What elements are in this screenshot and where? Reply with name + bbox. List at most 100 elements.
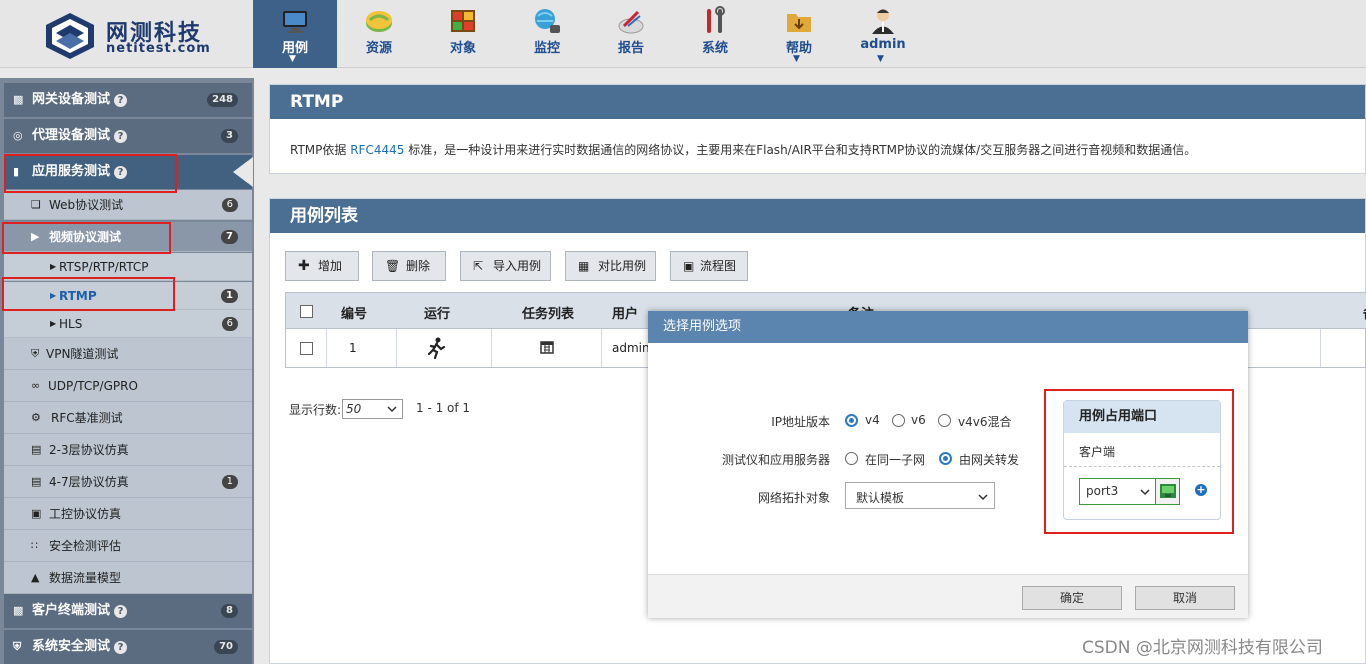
ip-v4-label[interactable]: v4 (865, 413, 880, 427)
sidebar-item-vpn[interactable]: ⛨ VPN隧道测试 (4, 338, 252, 370)
ip-mixed-label[interactable]: v4v6混合 (958, 413, 1011, 430)
gear-icon: ⚙ (31, 411, 41, 424)
rows-per-page-select[interactable]: 50 (342, 399, 403, 419)
resource-disc-icon (366, 11, 392, 32)
rows-per-page-label: 显示行数: (289, 403, 342, 417)
cancel-button[interactable]: 取消 (1135, 586, 1235, 610)
count-badge: 6 (221, 198, 238, 212)
rfc-link[interactable]: RFC4445 (350, 143, 404, 157)
button-label: 删除 (406, 259, 431, 273)
nav-objects[interactable]: 对象 (421, 0, 505, 68)
ports-title: 用例占用端口 (1064, 401, 1220, 433)
help-hint-icon[interactable]: ? (114, 166, 128, 179)
sidebar-item-rtsp[interactable]: ▶ RTSP/RTP/RTCP (4, 253, 252, 281)
add-button[interactable]: ✚ 增加 (285, 251, 359, 281)
sidebar-item-system-security[interactable]: ⛨ 系统安全测试? 70 (4, 630, 252, 664)
same-subnet-label[interactable]: 在同一子网 (865, 451, 925, 468)
brand-logo[interactable]: 网测科技 netitest.com (42, 11, 242, 61)
cell-id: 1 (349, 341, 357, 355)
sidebar-item-client-test[interactable]: ▩ 客户终端测试? 8 (4, 594, 252, 628)
via-gateway-label[interactable]: 由网关转发 (959, 451, 1019, 468)
client-role-label: 客户端 (1079, 445, 1116, 459)
nav-cases[interactable]: 用例 ▼ (253, 0, 337, 68)
sidebar-item-proxy-test[interactable]: ◎ 代理设备测试? 3 (4, 119, 252, 153)
nav-reports[interactable]: 报告 (589, 0, 673, 68)
link-icon: ∞ (31, 379, 41, 392)
sidebar-item-udp-tcp[interactable]: ∞ UDP/TCP/GPRO (4, 370, 252, 402)
column-header-id[interactable]: 编号 (341, 303, 367, 322)
count-badge: 248 (207, 93, 238, 107)
sidebar-item-label: RTMP (59, 289, 97, 303)
button-label: 流程图 (700, 259, 737, 273)
nav-label: 资源 (365, 41, 392, 56)
sidebar-item-hls[interactable]: ▶ HLS 6 (4, 310, 252, 338)
placement-label: 测试仪和应用服务器 (721, 453, 830, 467)
delete-button[interactable]: 🗑 删除 (372, 251, 446, 281)
ip-mixed-radio[interactable] (938, 414, 951, 427)
nav-label: 系统 (701, 41, 728, 56)
sidebar-item-web-protocol[interactable]: ❏ Web协议测试 6 (4, 190, 252, 220)
pagination-range: 1 - 1 of 1 (416, 401, 471, 415)
intro-text-pre: RTMP依据 (290, 143, 347, 157)
count-badge: 6 (221, 317, 238, 331)
help-hint-icon[interactable]: ? (114, 130, 128, 143)
add-port-icon[interactable]: + (1195, 484, 1207, 496)
nav-admin[interactable]: admin ▼ (841, 0, 925, 68)
count-badge: 1 (221, 475, 238, 489)
nav-monitor[interactable]: 监控 (505, 0, 589, 68)
help-hint-icon[interactable]: ? (114, 641, 128, 654)
compare-chart-icon: ▦ (578, 259, 590, 273)
sidebar-item-label: 代理设备测试 (32, 128, 111, 143)
nav-label: 报告 (617, 41, 644, 56)
via-gateway-radio[interactable] (939, 452, 952, 465)
count-badge: 3 (221, 129, 238, 143)
tools-icon (707, 6, 725, 33)
sidebar-item-label: Web协议测试 (49, 198, 124, 212)
flask-icon: ▲ (31, 571, 40, 584)
sidebar-item-l47[interactable]: ▤ 4-7层协议仿真 1 (4, 466, 252, 498)
nav-system[interactable]: 系统 (673, 0, 757, 68)
sidebar-item-label: 4-7层协议仿真 (49, 475, 129, 489)
calendar-icon[interactable] (540, 340, 554, 354)
document-icon: ❏ (31, 198, 41, 211)
topology-select[interactable]: 默认模板 (845, 482, 995, 509)
column-header-run: 运行 (424, 307, 451, 322)
sidebar-item-app-service-test[interactable]: ▮ 应用服务测试? (4, 155, 252, 189)
sidebar-item-label: 客户终端测试 (32, 603, 111, 618)
sidebar-item-gateway-test[interactable]: ▩ 网关设备测试? 248 (4, 83, 252, 117)
run-icon[interactable] (426, 337, 446, 359)
sidebar-item-rfc[interactable]: ⚙ RFC基准测试 (4, 402, 252, 434)
sidebar-item-label: 工控协议仿真 (49, 507, 122, 521)
same-subnet-radio[interactable] (845, 452, 858, 465)
flowchart-icon: ▣ (683, 259, 695, 273)
sidebar-item-traffic-model[interactable]: ▲ 数据流量模型 (4, 562, 252, 594)
intro-panel: RTMP RTMP依据 RFC4445 标准，是一种设计用来进行实时数据通信的网… (269, 84, 1366, 174)
help-hint-icon[interactable]: ? (114, 605, 128, 618)
sidebar-item-rtmp[interactable]: ▶ RTMP 1 (4, 282, 252, 310)
nav-resources[interactable]: 资源 (337, 0, 421, 68)
ip-v6-label[interactable]: v6 (911, 413, 926, 427)
column-header-user[interactable]: 用户 (612, 303, 638, 322)
chip-icon: ▣ (31, 507, 42, 520)
sidebar-item-l23[interactable]: ▤ 2-3层协议仿真 (4, 434, 252, 466)
help-hint-icon[interactable]: ? (114, 94, 128, 107)
nav-help[interactable]: 帮助 ▼ (757, 0, 841, 68)
import-cases-button[interactable]: ⇱ 导入用例 (460, 251, 551, 281)
brand-name-en: netitest.com (106, 41, 211, 56)
row-checkbox[interactable] (300, 342, 313, 355)
select-all-checkbox[interactable] (300, 305, 313, 318)
sidebar-item-security-eval[interactable]: ∷ 安全检测评估 (4, 530, 252, 562)
port-status-button[interactable] (1155, 479, 1179, 504)
flowchart-button[interactable]: ▣ 流程图 (670, 251, 748, 281)
intro-title: RTMP (270, 85, 1365, 119)
confirm-button[interactable]: 确定 (1022, 586, 1122, 610)
import-icon: ⇱ (473, 259, 484, 273)
shield-icon: ⛨ (13, 640, 22, 653)
port-select[interactable]: port3 (1080, 479, 1155, 504)
ip-v6-radio[interactable] (892, 414, 905, 427)
logo-mark-icon (46, 13, 94, 59)
sidebar-item-industrial[interactable]: ▣ 工控协议仿真 (4, 498, 252, 530)
sidebar-item-video-protocol[interactable]: ▶ 视频协议测试 7 (4, 222, 252, 252)
ip-v4-radio[interactable] (845, 414, 858, 427)
compare-cases-button[interactable]: ▦ 对比用例 (565, 251, 656, 281)
